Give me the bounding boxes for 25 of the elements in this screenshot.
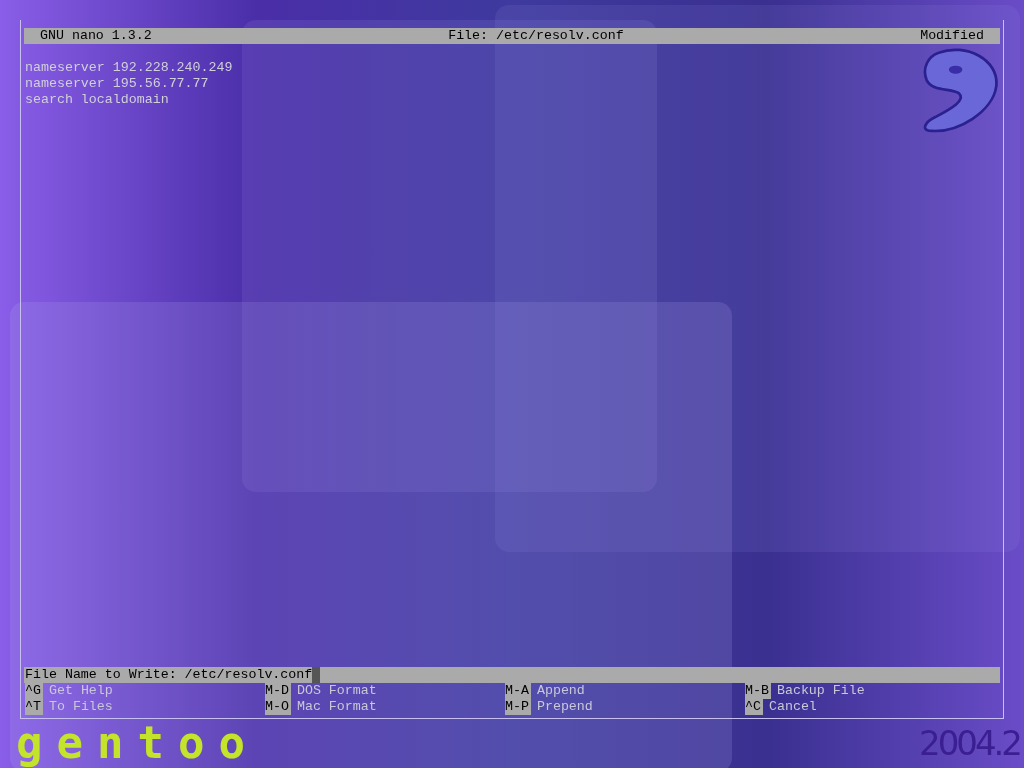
modified-status: Modified — [920, 28, 984, 44]
filename-prompt[interactable]: File Name to Write: /etc/resolv.conf — [24, 667, 1000, 683]
shortcut-key: M-O — [265, 699, 291, 715]
shortcut-label: DOS Format — [296, 683, 377, 699]
shortcut-key: ^G — [25, 683, 43, 699]
file-line: nameserver 192.228.240.249 — [25, 60, 234, 76]
shortcut-label: Prepend — [536, 699, 593, 715]
shortcut-label: Backup File — [776, 683, 865, 699]
file-line: nameserver 195.56.77.77 — [25, 76, 210, 92]
prompt-label: File Name to Write: — [25, 667, 178, 683]
shortcut-key: M-P — [505, 699, 531, 715]
shortcut-label: Cancel — [768, 699, 817, 715]
prompt-value: /etc/resolv.conf — [184, 667, 313, 683]
shortcut-key: ^T — [25, 699, 43, 715]
shortcut-key: M-B — [745, 683, 771, 699]
shortcut-label: Get Help — [48, 683, 113, 699]
shortcut-label: Mac Format — [296, 699, 377, 715]
file-line: search localdomain — [25, 92, 170, 108]
shortcut-label: Append — [536, 683, 585, 699]
shortcut-key: M-D — [265, 683, 291, 699]
shortcut-label: To Files — [48, 699, 113, 715]
shortcut-key: M-A — [505, 683, 531, 699]
app-version: GNU nano 1.3.2 — [40, 28, 152, 44]
shortcut-key: ^C — [745, 699, 763, 715]
file-name: File: /etc/resolv.conf — [448, 28, 624, 44]
